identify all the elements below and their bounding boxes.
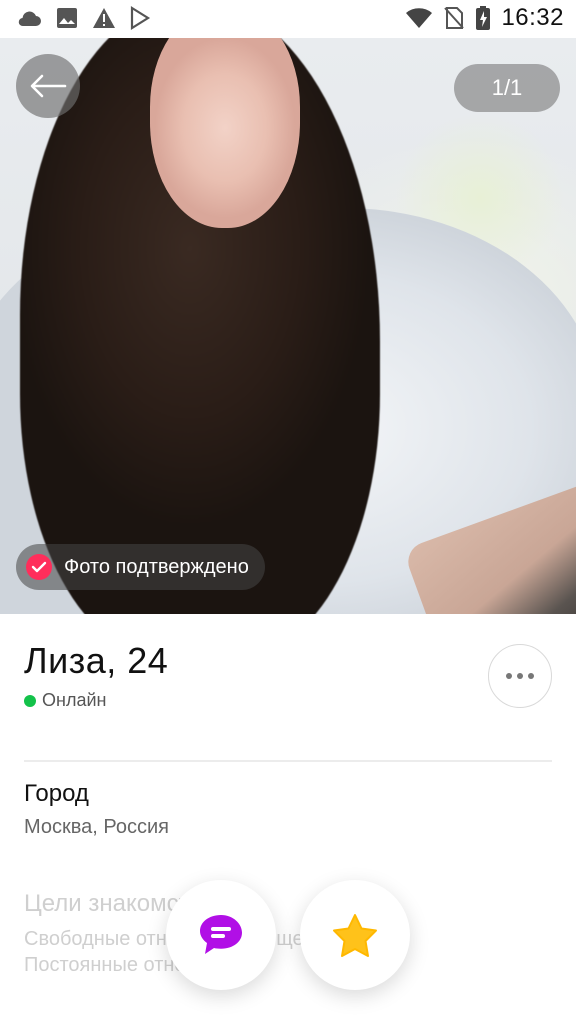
play-store-icon: [130, 6, 152, 30]
divider: [24, 760, 552, 762]
no-sim-icon: [443, 6, 465, 30]
image-icon: [56, 7, 78, 29]
profile-name-age: Лиза, 24: [24, 640, 169, 681]
status-bar: 16:32: [0, 0, 576, 38]
more-options-button[interactable]: [488, 644, 552, 708]
warning-icon: [92, 7, 116, 29]
dot: [506, 673, 512, 679]
star-icon: [333, 914, 377, 957]
profile-photo[interactable]: [0, 38, 576, 614]
cloud-icon: [16, 8, 42, 28]
online-label: Онлайн: [42, 690, 107, 710]
chat-icon: [200, 915, 242, 954]
favorite-button[interactable]: [300, 880, 410, 990]
wifi-icon: [405, 6, 433, 30]
dot: [517, 673, 523, 679]
status-time: 16:32: [501, 4, 564, 31]
dot: [528, 673, 534, 679]
online-status: Онлайн: [24, 690, 106, 711]
city-value: Москва, Россия: [24, 816, 169, 838]
photo-verified-badge: Фото подтверждено: [16, 544, 265, 590]
message-button[interactable]: [166, 880, 276, 990]
battery-charging-icon: [475, 5, 491, 31]
arrow-left-icon: [30, 74, 67, 98]
city-title: Город: [24, 780, 89, 807]
online-dot-icon: [24, 694, 36, 707]
verified-label: Фото подтверждено: [64, 555, 249, 578]
check-icon: [26, 554, 52, 580]
photo-counter: 1/1: [454, 64, 560, 112]
back-button[interactable]: [16, 54, 80, 118]
